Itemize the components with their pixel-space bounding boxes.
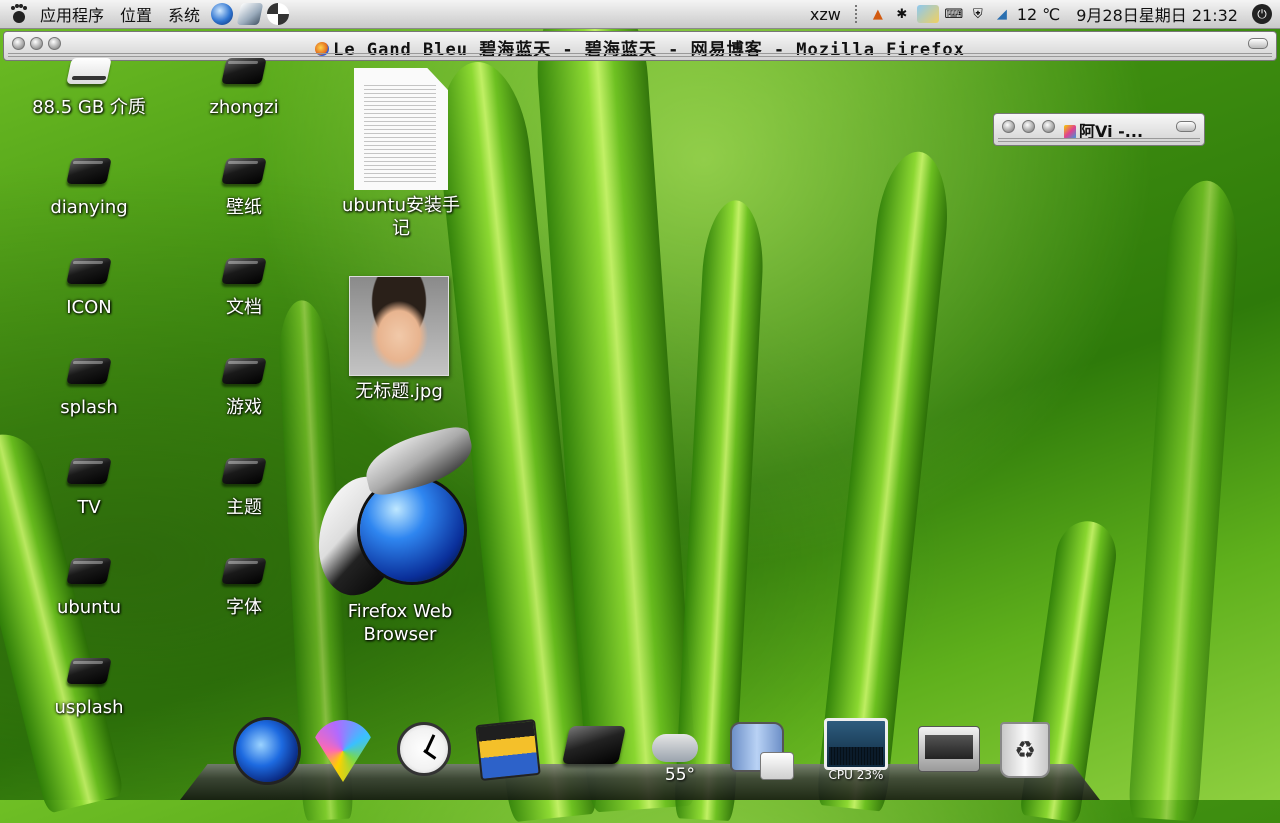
desktop-icon-folder[interactable]: 主题 (169, 456, 319, 519)
dock-clock-icon[interactable] (397, 722, 451, 776)
menu-system[interactable]: 系统 (160, 0, 208, 28)
network-weather-icon[interactable] (916, 5, 939, 23)
firefox-icon (308, 423, 480, 604)
desktop-icon-label: ubuntu安装手记 (341, 195, 461, 239)
folder-drive-icon (67, 456, 111, 490)
folder-drive-icon (222, 256, 266, 290)
dock-firefox-icon[interactable] (236, 720, 298, 782)
username-label[interactable]: xzw (810, 5, 841, 24)
desktop-icon-folder[interactable]: 游戏 (169, 356, 319, 419)
folder-drive-icon (67, 356, 111, 390)
folder-drive-icon (222, 556, 266, 590)
desktop-icon-folder[interactable]: splash (14, 356, 164, 419)
wallpaper-grass (1127, 178, 1243, 822)
folder-drive-icon (67, 556, 111, 590)
desktop-icon-folder[interactable]: 字体 (169, 556, 319, 619)
desktop-icon-folder[interactable]: TV (14, 456, 164, 519)
browser-launcher-icon[interactable] (211, 3, 234, 25)
dock-movie-player-icon[interactable] (475, 719, 541, 781)
desktop-icon-label: Firefox Web Browser (347, 601, 453, 645)
drive-icon (67, 56, 111, 90)
desktop-icon-label: 游戏 (226, 397, 262, 418)
desktop-icon-folder[interactable]: dianying (14, 156, 164, 219)
app-icon (1064, 125, 1076, 139)
desktop-icon-label: 字体 (226, 597, 262, 618)
dock-hard-disk-icon[interactable] (918, 726, 980, 772)
shade-button[interactable] (1248, 38, 1268, 49)
desktop-icon-label: TV (77, 497, 101, 518)
dock-weather-temperature: 55° (664, 765, 696, 785)
dock-drive-icon[interactable] (562, 722, 626, 772)
dock-power-plug-icon[interactable] (760, 752, 794, 780)
folder-drive-icon (222, 156, 266, 190)
desktop-icon-label: ICON (66, 297, 112, 318)
desktop-icon-label: 88.5 GB 介质 (32, 97, 146, 118)
email-launcher-icon[interactable] (236, 3, 264, 25)
image-thumbnail-icon (349, 276, 449, 376)
folder-drive-icon (222, 456, 266, 490)
security-shield-icon[interactable]: ⛨ (969, 5, 987, 23)
desktop-icon-document[interactable]: ubuntu安装手记 (326, 68, 476, 240)
desktop-icon-label: 文档 (226, 297, 262, 318)
dock-trash-icon[interactable] (1000, 722, 1050, 778)
desktop-icon-image[interactable]: 无标题.jpg (324, 276, 474, 403)
mini-window-titlebar[interactable]: 阿Vi -... (993, 113, 1205, 146)
desktop-icon-label: zhongzi (209, 97, 279, 118)
desktop-icon-folder[interactable]: zhongzi (169, 56, 319, 119)
desktop-icon-media-drive[interactable]: 88.5 GB 介质 (14, 56, 164, 119)
folder-drive-icon (222, 56, 266, 90)
menu-applications[interactable]: 应用程序 (32, 0, 112, 28)
bluetooth-icon[interactable]: ✱ (893, 5, 911, 23)
dock-cpu-label: CPU 23% (828, 768, 884, 782)
close-button[interactable] (1002, 120, 1015, 133)
weather-temperature[interactable]: 12 ℃ (1017, 5, 1060, 24)
dock-cpu-monitor-icon[interactable] (824, 718, 888, 770)
desktop-icon-label: ubuntu (56, 597, 122, 618)
text-document-icon (354, 68, 448, 190)
folder-drive-icon (67, 156, 111, 190)
shade-button[interactable] (1176, 121, 1196, 132)
wallpaper-grass (815, 148, 955, 812)
gnome-foot-icon[interactable] (8, 3, 30, 25)
window-title-text: Le Gand Bleu 碧海蓝天 - 碧海蓝天 - 网易博客 - Mozill… (333, 40, 965, 60)
dock-weather-icon[interactable] (650, 728, 700, 764)
desktop-icon-label: 壁纸 (226, 197, 262, 218)
desktop-icon-folder[interactable]: 文档 (169, 256, 319, 319)
folder-drive-icon (67, 256, 111, 290)
volume-network-icon[interactable]: ◢ (993, 5, 1011, 23)
help-lifebuoy-icon[interactable] (267, 3, 290, 25)
desktop-icon-label: 主题 (226, 497, 262, 518)
maximize-button[interactable] (1042, 120, 1055, 133)
keyboard-icon[interactable]: ⌨ (944, 5, 963, 23)
mini-window-title: 阿Vi -... (1064, 118, 1143, 142)
power-icon[interactable]: ⏻ (1252, 4, 1272, 24)
desktop-icon-folder[interactable]: usplash (14, 656, 164, 719)
desktop-icon-folder[interactable]: ICON (14, 256, 164, 319)
folder-drive-icon (67, 656, 111, 690)
panel-separator-icon (854, 5, 863, 23)
desktop-icon-firefox[interactable]: Firefox Web Browser (308, 423, 480, 646)
desktop-icon-label: usplash (54, 697, 124, 718)
desktop-icon-label: 无标题.jpg (355, 381, 443, 402)
firefox-icon (315, 42, 330, 56)
desktop-icon-label: dianying (50, 197, 128, 218)
update-notifier-icon[interactable]: ▲ (869, 5, 887, 23)
menu-places[interactable]: 位置 (112, 0, 160, 28)
desktop-icon-folder[interactable]: ubuntu (14, 556, 164, 619)
clock-datetime[interactable]: 9月28日星期日 21:32 (1076, 2, 1238, 26)
desktop-icon-folder[interactable]: 壁纸 (169, 156, 319, 219)
top-panel: 应用程序 位置 系统 xzw ▲ ✱ ⌨ ⛨ ◢ 12 ℃ 9月28日星期日 2… (0, 0, 1280, 29)
minimize-button[interactable] (1022, 120, 1035, 133)
desktop-icon-label: splash (60, 397, 118, 418)
folder-drive-icon (222, 356, 266, 390)
mini-window-title-text: 阿Vi -... (1079, 122, 1144, 141)
